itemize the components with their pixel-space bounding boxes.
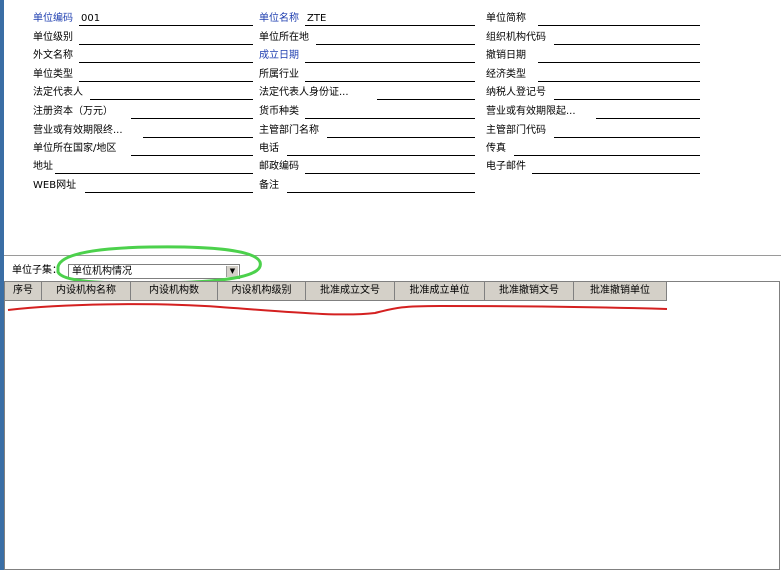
grid-header: 序号 内设机构名称 内设机构数 内设机构级别 批准成立文号 批准成立单位 批准撤… (5, 282, 667, 301)
field-label: 单位所在地 (259, 32, 309, 43)
field-label: 营业或有效期限终... (33, 125, 123, 136)
website-input[interactable] (85, 179, 253, 193)
revoke-date-input[interactable] (538, 49, 700, 63)
field-label: 法定代表人身份证... (259, 87, 349, 98)
fax-input[interactable] (514, 142, 700, 156)
column-header[interactable]: 内设机构名称 (42, 282, 131, 300)
legal-rep-input[interactable] (90, 86, 253, 100)
field-label: 撤销日期 (486, 50, 526, 61)
address-input[interactable] (55, 160, 253, 174)
field-label: 主管部门名称 (259, 125, 319, 136)
column-header[interactable]: 序号 (5, 282, 42, 300)
field-label: 单位所在国家/地区 (33, 143, 117, 154)
unit-location-input[interactable] (316, 31, 475, 45)
field-label: 注册资本（万元） (33, 106, 113, 117)
field-label: 营业或有效期限起... (486, 106, 576, 117)
field-label: 法定代表人 (33, 87, 83, 98)
valid-from-input[interactable] (596, 105, 700, 119)
authority-code-input[interactable] (554, 124, 700, 138)
field-label: 地址 (33, 161, 53, 172)
field-label: 所属行业 (259, 69, 299, 80)
column-header[interactable]: 内设机构数 (131, 282, 218, 300)
field-label: 纳税人登记号 (486, 87, 546, 98)
field-label: 传真 (486, 143, 506, 154)
unit-type-input[interactable] (79, 68, 253, 82)
subset-label: 单位子集： (12, 265, 62, 276)
economy-type-input[interactable] (538, 68, 700, 82)
unit-code-input[interactable]: 001 (79, 12, 253, 26)
foreign-name-input[interactable] (79, 49, 253, 63)
unit-level-input[interactable] (79, 31, 253, 45)
subset-dropdown[interactable]: 单位机构情况 ▼ (68, 264, 240, 279)
chevron-down-icon[interactable]: ▼ (226, 266, 238, 277)
column-header[interactable]: 批准成立文号 (306, 282, 395, 300)
unit-name-input[interactable]: ZTE (305, 12, 475, 26)
section-divider (4, 255, 781, 256)
industry-input[interactable] (305, 68, 475, 82)
field-label: 电子邮件 (486, 161, 526, 172)
phone-input[interactable] (287, 142, 475, 156)
valid-to-input[interactable] (143, 124, 253, 138)
field-label: 主管部门代码 (486, 125, 546, 136)
founding-date-input[interactable] (305, 49, 475, 63)
registered-capital-input[interactable] (131, 105, 253, 119)
column-header[interactable]: 批准撤销文号 (485, 282, 574, 300)
field-label: 备注 (259, 180, 279, 191)
taxpayer-no-input[interactable] (554, 86, 700, 100)
legal-rep-id-input[interactable] (377, 86, 475, 100)
field-label: WEB网址 (33, 180, 77, 191)
column-header[interactable]: 内设机构级别 (218, 282, 306, 300)
field-label: 货币种类 (259, 106, 299, 117)
unit-info-form: 单位编码 001 单位名称 ZTE 单位简称 单位级别 单位所在地 组织机构代码… (4, 0, 781, 256)
field-label: 单位名称 (259, 13, 299, 24)
field-label: 组织机构代码 (486, 32, 546, 43)
field-label: 电话 (259, 143, 279, 154)
subset-selected-value: 单位机构情况 (72, 266, 132, 277)
org-code-input[interactable] (554, 31, 700, 45)
currency-input[interactable] (305, 105, 475, 119)
authority-name-input[interactable] (327, 124, 475, 138)
subset-data-grid: 序号 内设机构名称 内设机构数 内设机构级别 批准成立文号 批准成立单位 批准撤… (4, 281, 780, 570)
field-label: 单位编码 (33, 13, 73, 24)
postcode-input[interactable] (305, 160, 475, 174)
field-label: 邮政编码 (259, 161, 299, 172)
field-label: 经济类型 (486, 69, 526, 80)
field-label: 外文名称 (33, 50, 73, 61)
column-header[interactable]: 批准成立单位 (395, 282, 485, 300)
field-label: 成立日期 (259, 50, 299, 61)
email-input[interactable] (532, 160, 700, 174)
remark-input[interactable] (287, 179, 475, 193)
country-region-input[interactable] (131, 142, 253, 156)
field-label: 单位级别 (33, 32, 73, 43)
column-header[interactable]: 批准撤销单位 (574, 282, 667, 300)
field-label: 单位类型 (33, 69, 73, 80)
unit-short-name-input[interactable] (538, 12, 700, 26)
field-label: 单位简称 (486, 13, 526, 24)
